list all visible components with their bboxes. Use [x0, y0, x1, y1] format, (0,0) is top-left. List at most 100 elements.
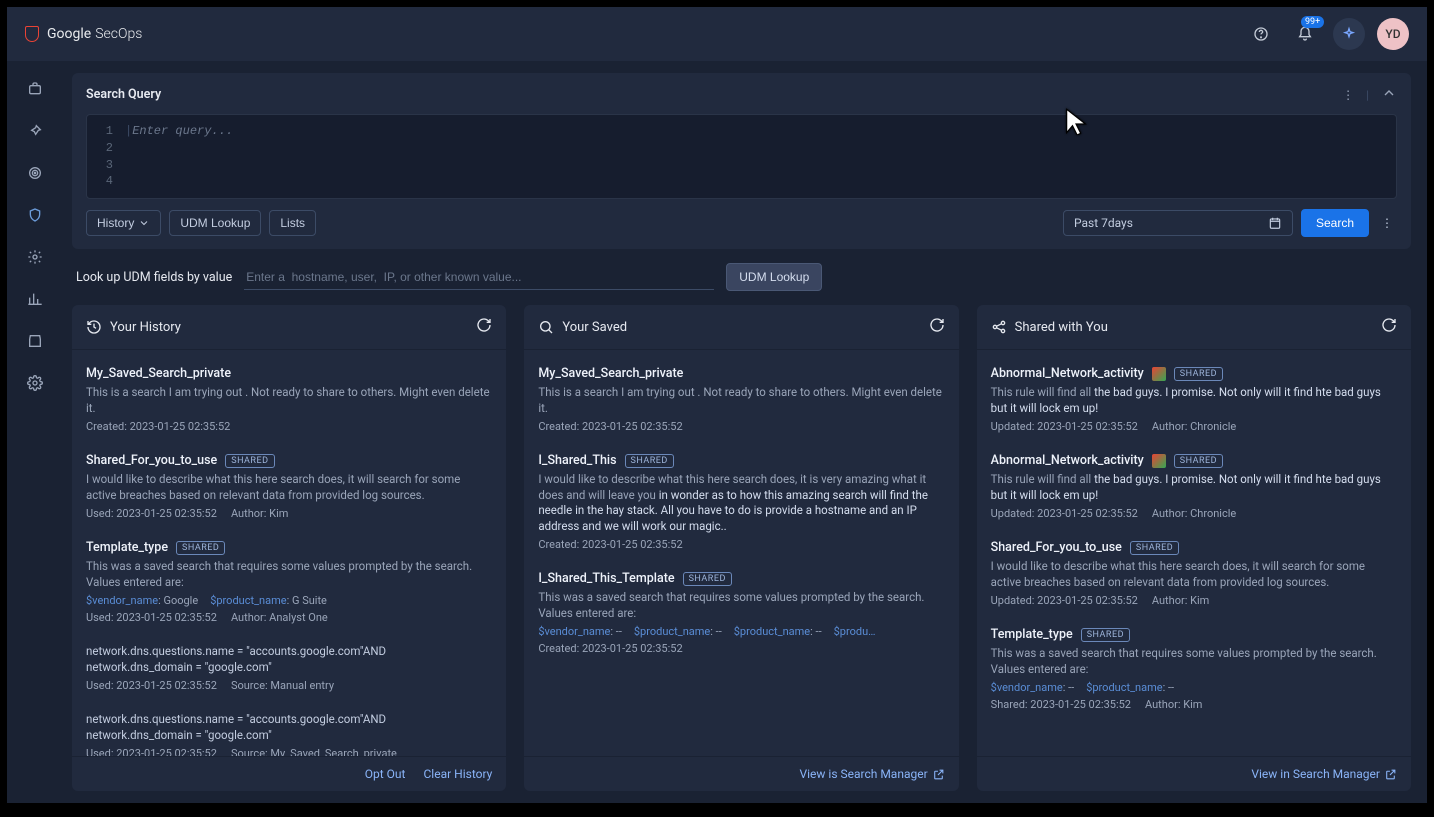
history-button[interactable]: History — [86, 210, 161, 236]
item-meta: Used: 2023-01-25 02:35:52Source: Manual … — [86, 679, 492, 692]
gemini-badge-icon — [1152, 367, 1166, 381]
view-search-manager-saved[interactable]: View is Search Manager — [799, 767, 944, 781]
refresh-shared-icon[interactable] — [1381, 317, 1397, 337]
item-title: I_Shared_This_Template — [538, 571, 674, 586]
shared-chip: Shared — [1174, 367, 1223, 381]
item-meta: Updated: 2023-01-25 02:35:52Author: Chro… — [991, 420, 1397, 433]
brand: Google SecOps — [25, 26, 142, 42]
lists-button[interactable]: Lists — [269, 210, 316, 236]
list-item[interactable]: I_Shared_This Shared I would like to descr… — [524, 443, 958, 561]
list-item[interactable]: Abnormal_Network_activitySharedThis rule… — [977, 443, 1411, 530]
nav-pin-icon[interactable] — [25, 121, 45, 141]
udm-lookup-input[interactable] — [244, 265, 714, 290]
list-item[interactable]: network.dns.questions.name = "accounts.g… — [72, 702, 506, 756]
shared-chip: Shared — [1174, 454, 1223, 468]
item-title: Shared_For_you_to_use — [991, 540, 1122, 555]
shared-chip: Shared — [1130, 541, 1179, 555]
refresh-history-icon[interactable] — [476, 317, 492, 337]
nav-settings-icon[interactable] — [25, 373, 45, 393]
query-editor[interactable]: 1|Enter query... 2 3 4 — [86, 114, 1397, 199]
item-title: Abnormal_Network_activity — [991, 366, 1144, 381]
item-title: My_Saved_Search_private — [86, 366, 231, 381]
list-item[interactable]: Template_typeSharedThis was a saved sear… — [72, 530, 506, 634]
item-params: $vendor_name: --$product_name: -- — [991, 681, 1397, 694]
item-meta: Used: 2023-01-25 02:35:52Author: Analyst… — [86, 611, 492, 624]
item-meta: Created: 2023-01-25 02:35:52 — [538, 420, 944, 433]
nav-target-icon[interactable] — [25, 163, 45, 183]
history-footer: Opt Out Clear History — [72, 756, 506, 791]
notifications-icon[interactable]: 99+ — [1289, 18, 1321, 50]
left-nav — [7, 61, 62, 803]
item-desc: This was a saved search that requires so… — [538, 590, 944, 621]
date-range-input[interactable]: Past 7days — [1063, 210, 1293, 236]
clear-history-link[interactable]: Clear History — [423, 767, 492, 781]
item-meta: Used: 2023-01-25 02:35:52Source: My_Save… — [86, 747, 492, 756]
brand-a: Google — [47, 26, 91, 42]
list-item[interactable]: Shared_For_you_to_use Shared I would like … — [977, 530, 1411, 617]
nav-store-icon[interactable] — [25, 331, 45, 351]
item-meta: Shared: 2023-01-25 02:35:52Author: Kim — [991, 698, 1397, 711]
item-desc: I would like to describe what this here … — [538, 472, 944, 534]
item-meta: Created: 2023-01-25 02:35:52 — [538, 538, 944, 551]
item-meta: Updated: 2023-01-25 02:35:52Author: Kim — [991, 594, 1397, 607]
item-desc: This was a saved search that requires so… — [991, 646, 1397, 677]
refresh-saved-icon[interactable] — [929, 317, 945, 337]
saved-footer: View is Search Manager — [524, 756, 958, 791]
notification-badge: 99+ — [1301, 16, 1324, 28]
item-title: I_Shared_This — [538, 453, 616, 468]
help-icon[interactable] — [1245, 18, 1277, 50]
kebab-icon[interactable]: ⋮ — [1342, 88, 1354, 102]
collapse-icon[interactable] — [1381, 85, 1397, 104]
shared-with-you-panel: Shared with You Abnormal_Network_activit… — [977, 305, 1411, 791]
udm-lookup-label: Look up UDM fields by value — [76, 270, 232, 285]
sparkle-icon[interactable] — [1333, 18, 1365, 50]
nav-gear-icon[interactable] — [25, 247, 45, 267]
shared-title: Shared with You — [1015, 320, 1108, 335]
udm-lookup-button[interactable]: UDM Lookup — [726, 263, 822, 291]
view-search-manager-shared[interactable]: View in Search Manager — [1251, 767, 1397, 781]
search-icon — [538, 319, 554, 335]
query-text: network.dns.questions.name = "accounts.g… — [86, 644, 492, 675]
toolbar-kebab-icon[interactable]: ⋮ — [1377, 212, 1397, 234]
item-params: $vendor_name: --$product_name: --$produc… — [538, 625, 944, 638]
user-avatar[interactable]: YD — [1377, 18, 1409, 50]
history-icon — [86, 319, 102, 335]
list-item[interactable]: My_Saved_Search_privateThis is a search … — [524, 356, 958, 443]
history-title: Your History — [110, 320, 181, 335]
shared-footer: View in Search Manager — [977, 756, 1411, 791]
list-item[interactable]: Shared_For_you_to_useSharedI would like … — [72, 443, 506, 530]
opt-out-link[interactable]: Opt Out — [365, 767, 406, 781]
gemini-badge-icon — [1152, 454, 1166, 468]
shield-logo-icon — [25, 26, 39, 42]
nav-briefcase-icon[interactable] — [25, 79, 45, 99]
shared-chip: Shared — [176, 541, 225, 555]
shared-chip: Shared — [625, 454, 674, 468]
nav-chart-icon[interactable] — [25, 289, 45, 309]
list-item[interactable]: Abnormal_Network_activity Shared This rule… — [977, 356, 1411, 443]
list-item[interactable]: I_Shared_This_Template Shared This was a s… — [524, 561, 958, 665]
brand-b: SecOps — [95, 26, 142, 42]
shared-chip: Shared — [225, 454, 274, 468]
udm-lookup-tb-button[interactable]: UDM Lookup — [169, 210, 261, 236]
shared-chip: Shared — [683, 572, 732, 586]
item-meta: Created: 2023-01-25 02:35:52 — [538, 642, 944, 655]
item-params: $vendor_name: Google$product_name: G Sui… — [86, 594, 492, 607]
your-history-panel: Your History My_Saved_Search_privateThis… — [72, 305, 506, 791]
item-meta: Used: 2023-01-25 02:35:52Author: Kim — [86, 507, 492, 520]
nav-shield-icon[interactable] — [25, 205, 45, 225]
your-saved-panel: Your Saved My_Saved_Search_privateThis i… — [524, 305, 958, 791]
udm-lookup-row: Look up UDM fields by value UDM Lookup — [72, 259, 1411, 295]
top-bar: Google SecOps 99+ YD — [7, 7, 1427, 61]
item-title: Template_type — [991, 627, 1073, 642]
saved-title: Your Saved — [562, 320, 627, 335]
search-button[interactable]: Search — [1301, 209, 1369, 237]
item-desc: This rule will find all the bad guys. I … — [991, 385, 1397, 416]
list-item[interactable]: Template_type Shared This was a saved sear… — [977, 617, 1411, 721]
calendar-icon — [1268, 216, 1282, 230]
search-query-title: Search Query — [86, 87, 161, 102]
shared-chip: Shared — [1081, 628, 1130, 642]
item-desc: This was a saved search that requires so… — [86, 559, 492, 590]
list-item[interactable]: network.dns.questions.name = "accounts.g… — [72, 634, 506, 702]
list-item[interactable]: My_Saved_Search_privateThis is a search … — [72, 356, 506, 443]
item-desc: I would like to describe what this here … — [991, 559, 1397, 590]
